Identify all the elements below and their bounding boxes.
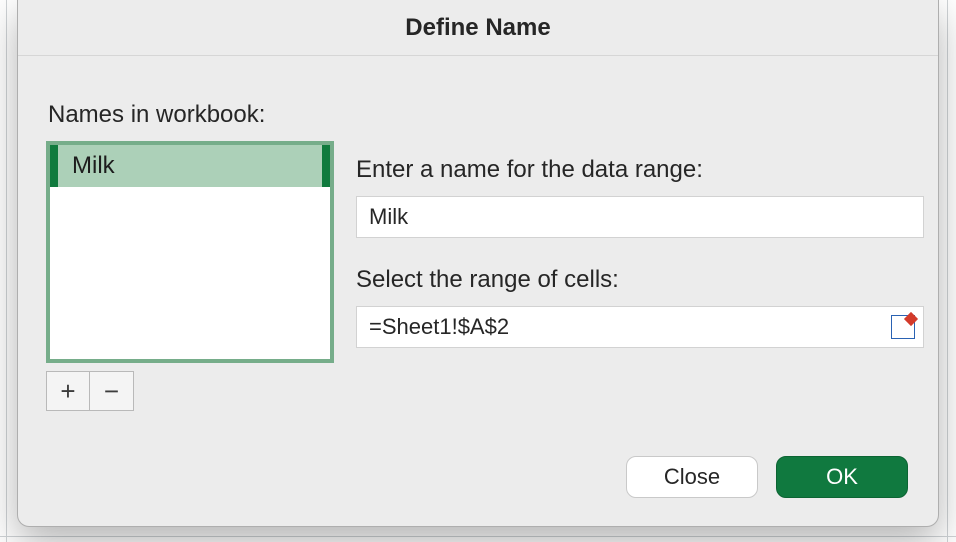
add-remove-group: + −	[46, 371, 134, 411]
dialog-title: Define Name	[18, 0, 938, 56]
range-field-label: Select the range of cells:	[356, 266, 619, 294]
close-button[interactable]: Close	[626, 456, 758, 498]
gridline	[0, 536, 956, 537]
gridline	[6, 0, 7, 542]
dialog-content: Names in workbook: Milk + − Enter a name…	[18, 56, 938, 96]
define-name-dialog: Define Name Names in workbook: Milk + − …	[17, 0, 939, 527]
list-item[interactable]: Milk	[50, 145, 330, 187]
ok-button[interactable]: OK	[776, 456, 908, 498]
remove-button[interactable]: −	[90, 371, 134, 411]
name-input[interactable]	[356, 196, 924, 238]
range-input-wrap	[356, 306, 924, 348]
name-field-label: Enter a name for the data range:	[356, 156, 703, 184]
add-button[interactable]: +	[46, 371, 90, 411]
range-input[interactable]	[357, 307, 891, 347]
names-in-workbook-label: Names in workbook:	[48, 101, 265, 129]
gridline	[947, 0, 948, 542]
dialog-footer: Close OK	[626, 456, 908, 498]
range-select-icon[interactable]	[891, 315, 915, 339]
names-listbox[interactable]: Milk	[46, 141, 334, 363]
